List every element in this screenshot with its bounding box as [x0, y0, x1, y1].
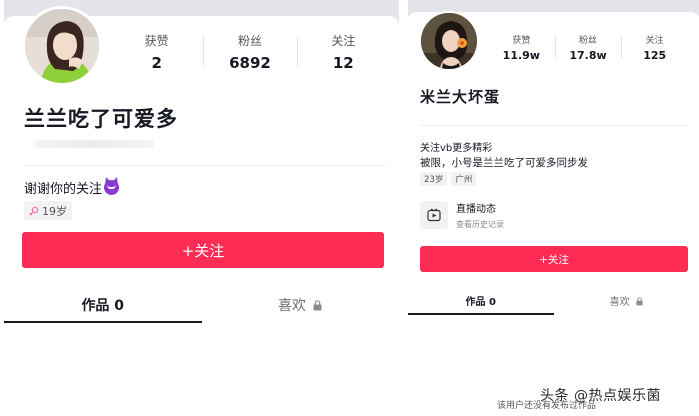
stat-following[interactable]: 关注 125	[621, 33, 688, 62]
location-tag: 广州	[451, 172, 477, 186]
stat-value: 125	[643, 49, 667, 62]
avatar[interactable]	[22, 6, 102, 86]
stat-value: 12	[332, 54, 354, 72]
tab-works[interactable]: 作品 0	[408, 291, 554, 315]
divider	[24, 165, 386, 166]
right-profile-panel: 获赞 11.9w 粉丝 17.8w 关注 125 米兰大坏蛋 关注vb更多精彩 …	[408, 0, 699, 325]
stat-label: 关注	[331, 34, 356, 48]
watermark: 头条 @热点娱乐菌	[540, 388, 661, 404]
stat-following[interactable]: 关注 12	[296, 32, 390, 72]
age-text: 19岁	[42, 204, 67, 218]
bio-text: 谢谢你的关注	[24, 182, 103, 197]
live-title: 直播动态	[456, 204, 496, 215]
age-tag: 19岁	[24, 201, 72, 220]
screenshot-stage: 获赞 2 粉丝 6892 关注 12 兰兰吃了可爱多 谢谢你的关注 19岁 +关…	[0, 0, 699, 416]
live-history-entry[interactable]: 直播动态 查看历史记录	[420, 200, 504, 230]
live-text: 直播动态 查看历史记录	[456, 200, 504, 230]
stat-value: 11.9w	[502, 49, 540, 62]
live-replay-icon	[420, 201, 448, 229]
stat-label: 粉丝	[579, 36, 598, 46]
profile-name: 兰兰吃了可爱多	[24, 107, 178, 131]
tab-likes[interactable]: 喜欢	[554, 291, 699, 315]
lock-icon	[313, 300, 322, 311]
stat-label: 获赞	[144, 34, 169, 48]
age-tag: 23岁	[420, 172, 448, 186]
profile-bio: 谢谢你的关注	[24, 178, 120, 197]
avatar[interactable]	[419, 11, 479, 71]
stat-label: 获赞	[512, 36, 531, 46]
left-profile-panel: 获赞 2 粉丝 6892 关注 12 兰兰吃了可爱多 谢谢你的关注 19岁 +关…	[4, 0, 399, 330]
stat-value: 17.8w	[569, 49, 607, 62]
female-icon	[29, 206, 39, 216]
follow-button[interactable]: +关注	[420, 246, 688, 272]
stat-likes[interactable]: 获赞 11.9w	[488, 33, 555, 62]
stat-value: 2	[151, 54, 162, 72]
tab-likes[interactable]: 喜欢	[202, 287, 400, 323]
lock-icon	[636, 297, 643, 306]
stat-likes[interactable]: 获赞 2	[110, 32, 203, 72]
profile-tags: 23岁 广州	[420, 172, 477, 186]
stat-followers[interactable]: 粉丝 6892	[203, 32, 296, 72]
live-subtitle: 查看历史记录	[456, 220, 504, 229]
stat-followers[interactable]: 粉丝 17.8w	[554, 33, 622, 62]
blurred-id	[34, 140, 154, 148]
profile-bio-line-2: 被限，小号是兰兰吃了可爱多同步发	[420, 157, 588, 169]
profile-bio-line-1: 关注vb更多精彩	[420, 143, 493, 154]
stat-label: 粉丝	[237, 34, 262, 48]
profile-stats: 获赞 11.9w 粉丝 17.8w 关注 125	[488, 33, 688, 62]
profile-stats: 获赞 2 粉丝 6892 关注 12	[110, 32, 390, 72]
tab-likes-label: 喜欢	[278, 298, 307, 314]
profile-tabs: 作品 0 喜欢	[4, 287, 399, 323]
follow-button[interactable]: +关注	[22, 232, 384, 268]
tab-works-label: 作品 0	[81, 298, 125, 314]
devil-emoji-icon	[104, 180, 120, 195]
profile-tabs: 作品 0 喜欢	[408, 291, 699, 315]
stat-value: 6892	[229, 54, 271, 72]
tab-likes-label: 喜欢	[609, 297, 630, 308]
profile-name: 米兰大坏蛋	[420, 88, 501, 106]
tab-works-label: 作品 0	[465, 297, 496, 308]
stat-label: 关注	[645, 36, 664, 46]
divider	[420, 125, 688, 126]
tab-works[interactable]: 作品 0	[4, 287, 202, 323]
